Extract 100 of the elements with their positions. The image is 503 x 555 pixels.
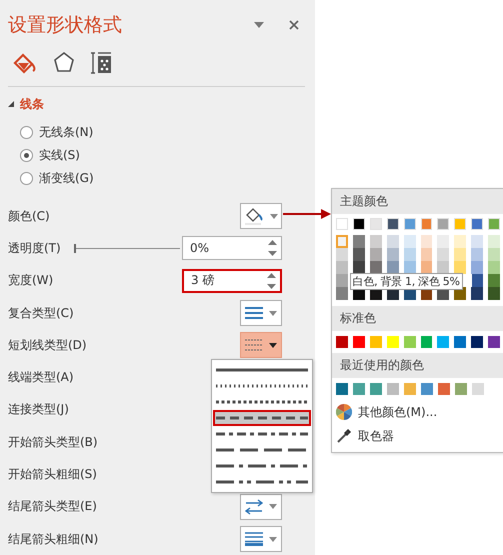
option-label: 宽度(W) (8, 272, 54, 290)
color-swatch[interactable] (336, 274, 348, 287)
spin-arrows-icon[interactable] (268, 240, 277, 256)
color-swatch[interactable] (370, 235, 382, 248)
color-swatch[interactable] (437, 235, 450, 248)
radio-button[interactable] (20, 172, 33, 185)
dropdown-caret-icon[interactable] (254, 22, 264, 28)
dash-line-icon (216, 479, 308, 485)
color-swatch[interactable] (386, 261, 399, 274)
dropdown-button[interactable] (240, 526, 282, 552)
size-properties-icon[interactable] (90, 51, 112, 75)
dropdown-button[interactable] (240, 300, 282, 326)
color-swatch[interactable] (420, 248, 432, 261)
color-swatch[interactable] (437, 261, 450, 274)
close-icon[interactable] (289, 20, 299, 30)
color-swatch[interactable] (488, 235, 500, 248)
color-swatch[interactable] (420, 235, 432, 248)
color-swatch[interactable] (454, 248, 466, 261)
option-label: 连接类型(J) (8, 401, 69, 418)
color-swatch[interactable] (454, 336, 466, 348)
color-swatch[interactable] (404, 261, 416, 274)
caret-icon (269, 536, 277, 542)
color-swatch[interactable] (488, 287, 500, 300)
radio-label[interactable]: 无线条(N) (39, 124, 94, 141)
tooltip: 白色, 背景 1, 深色 5% (350, 273, 463, 290)
color-swatch[interactable] (404, 383, 416, 395)
color-swatch[interactable] (488, 248, 500, 261)
color-swatch[interactable] (352, 235, 365, 248)
spin-field[interactable]: 0% (182, 236, 282, 260)
radio-button[interactable] (20, 149, 33, 162)
color-swatch[interactable] (404, 248, 416, 261)
spin-field[interactable]: 3 磅 (182, 268, 282, 293)
dash-option[interactable] (213, 410, 311, 426)
expand-triangle-icon[interactable] (8, 101, 14, 107)
option-label: 透明度(T) (8, 240, 61, 257)
color-swatch[interactable] (438, 383, 450, 395)
color-swatch[interactable] (404, 336, 416, 348)
color-swatch[interactable] (386, 336, 399, 348)
color-swatch[interactable] (370, 336, 382, 348)
menu-heading: 主题颜色 (332, 189, 503, 214)
color-swatch[interactable] (471, 235, 484, 248)
radio-label[interactable]: 渐变线(G) (39, 170, 94, 187)
color-swatch[interactable] (471, 336, 484, 348)
color-swatch[interactable] (386, 248, 399, 261)
color-swatch[interactable] (336, 235, 348, 248)
pentagon-icon[interactable] (52, 51, 76, 75)
dash-line-icon (216, 447, 308, 453)
option-label: 短划线类型(D) (8, 336, 87, 354)
color-swatch[interactable] (454, 235, 466, 248)
color-swatch[interactable] (488, 261, 500, 274)
color-swatch[interactable] (336, 383, 348, 395)
eyedropper-icon (336, 428, 352, 444)
color-swatch[interactable] (352, 336, 365, 348)
color-swatch[interactable] (471, 248, 484, 261)
paint-bucket-icon (244, 207, 264, 226)
color-swatch[interactable] (454, 261, 466, 274)
section-title[interactable]: 线条 (20, 96, 44, 112)
dash-line-icon (216, 383, 308, 389)
color-swatch[interactable] (455, 383, 467, 395)
caret-icon (270, 214, 278, 219)
caret-icon (269, 342, 277, 348)
color-swatch[interactable] (370, 261, 382, 274)
option-label: 开始箭头粗细(S) (8, 466, 97, 484)
spin-arrows-icon[interactable] (267, 272, 276, 289)
color-swatch[interactable] (488, 336, 500, 348)
color-swatch[interactable] (353, 383, 365, 395)
line-weight-icon (245, 532, 263, 546)
color-swatch[interactable] (336, 261, 348, 274)
color-swatch[interactable] (472, 274, 484, 287)
color-swatch[interactable] (386, 235, 399, 248)
eyedropper-item[interactable]: 取色器 (358, 428, 394, 444)
color-swatch[interactable] (404, 235, 416, 248)
color-swatch[interactable] (370, 383, 382, 395)
dropdown-button[interactable] (240, 494, 282, 520)
color-swatch[interactable] (420, 336, 432, 348)
color-swatch[interactable] (370, 248, 382, 261)
color-swatch[interactable] (437, 248, 450, 261)
color-swatch[interactable] (336, 248, 348, 261)
more-colors-item[interactable]: 其他颜色(M)... (358, 404, 438, 420)
color-swatch[interactable] (437, 336, 450, 348)
color-swatch[interactable] (420, 261, 432, 274)
radio-label[interactable]: 实线(S) (39, 147, 80, 164)
color-swatch[interactable] (471, 287, 484, 300)
color-swatch[interactable] (336, 336, 348, 348)
color-swatch[interactable] (471, 261, 484, 274)
color-swatch[interactable] (387, 383, 399, 395)
option-label: 复合类型(C) (8, 304, 74, 322)
double-arrow-icon (245, 498, 263, 515)
color-swatch[interactable] (421, 383, 433, 395)
color-swatch[interactable] (352, 248, 365, 261)
menu-heading: 最近使用的颜色 (332, 353, 503, 378)
color-swatch[interactable] (352, 261, 365, 274)
dash-line-icon (216, 431, 308, 437)
color-swatch[interactable] (336, 287, 348, 300)
color-swatch[interactable] (472, 383, 484, 395)
dropdown-button[interactable] (240, 203, 282, 230)
dropdown-button[interactable] (240, 332, 282, 358)
radio-button[interactable] (20, 126, 33, 139)
paint-bucket-icon[interactable] (12, 51, 38, 75)
color-swatch[interactable] (488, 274, 500, 287)
